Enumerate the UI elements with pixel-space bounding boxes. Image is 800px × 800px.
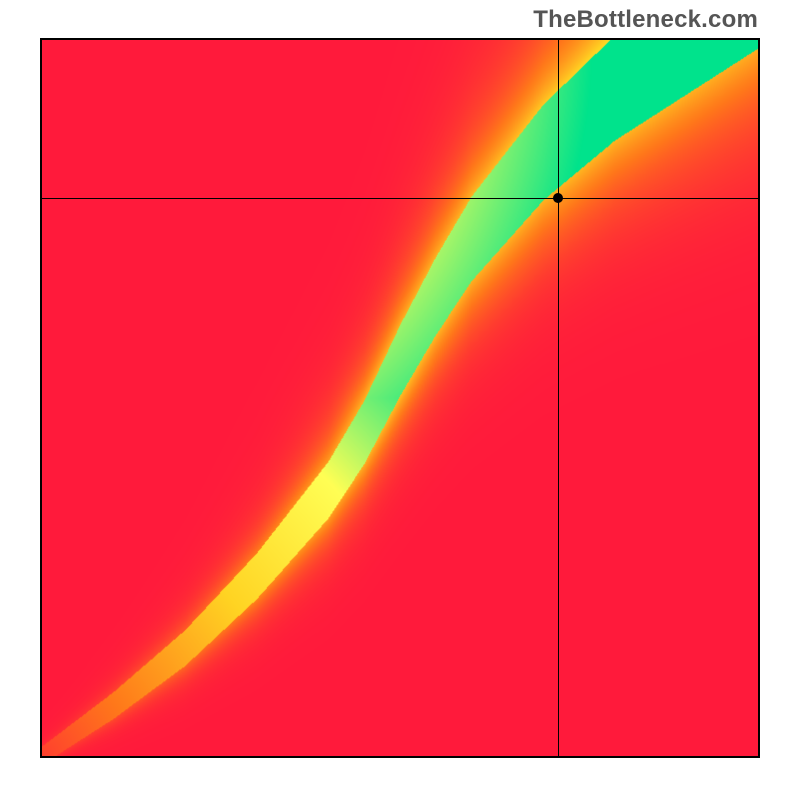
chart-frame: TheBottleneck.com <box>0 0 800 800</box>
marker-dot <box>553 193 563 203</box>
crosshair-horizontal <box>42 198 758 199</box>
crosshair-vertical <box>558 40 559 756</box>
watermark-text: TheBottleneck.com <box>533 6 758 34</box>
heatmap-canvas <box>42 40 758 756</box>
heatmap-plot-area <box>40 38 760 758</box>
